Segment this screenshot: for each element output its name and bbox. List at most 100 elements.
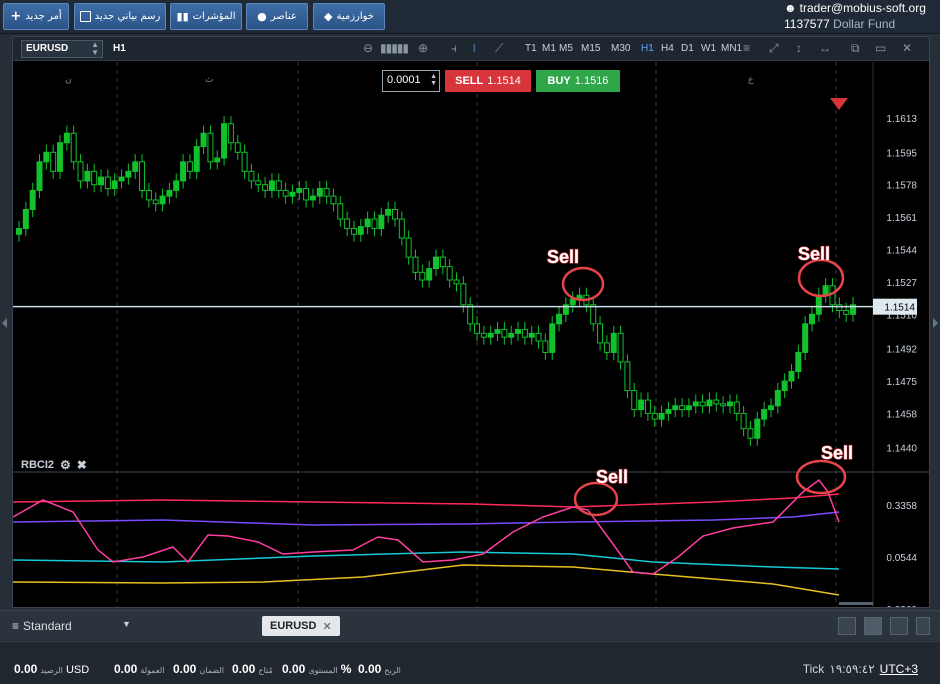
layout-columns-icon[interactable] [890,617,908,635]
layout-grid-icon[interactable] [864,617,882,635]
symbol-select[interactable]: EURUSD ▲ ▼ [21,40,103,58]
level-label: المستوى [308,666,338,675]
level-unit: % [340,662,352,676]
candle-body [726,401,733,407]
account-user: trader@mobius-soft.org [799,1,926,15]
indicator-lower-band [13,564,840,596]
algorithms-button[interactable]: خوارزمية ◆ [313,3,385,30]
candle-type-icon[interactable]: ⧘ [473,41,476,56]
gear-icon[interactable]: ⚙ [60,458,71,472]
candle-body [665,409,672,414]
timeframe-mn1[interactable]: MN1 [721,43,742,54]
indicator-mid-band [13,511,840,526]
candle-body [303,188,310,201]
candle-body [597,323,604,344]
profile-name: Standard [23,619,72,633]
symbol-tab[interactable]: EURUSD ✕ [262,616,340,636]
candle-body [364,218,371,228]
indicator-upper-band [13,493,840,508]
right-panel-arrow-icon[interactable] [933,318,938,328]
horizontal-scrollbar[interactable] [839,602,873,605]
candle-body [412,256,419,273]
line-type-icon[interactable]: ⟋ [495,41,503,56]
candle-body [754,418,761,439]
indicators-button[interactable]: المؤشرات ▮▮ [170,3,242,30]
level-value: 0.00 [282,662,306,676]
lot-spinner-icon[interactable]: ▲ ▼ [430,73,437,87]
candle-body [132,161,139,172]
top-toolbar: أمر جديد + رسم بياني جديد المؤشرات ▮▮ عن… [0,0,940,34]
candle-body [685,405,692,411]
timeframe-t1[interactable]: T1 [525,43,537,54]
candle-body [644,399,651,414]
lot-size-input[interactable]: 0.0001 ▲ ▼ [382,70,440,92]
menu-icon: ≡ [12,619,20,633]
sell-signal-marker [830,98,848,110]
indicator-tick-label: -0.2269 [883,605,917,607]
candle-body [173,180,180,191]
layout-tile-icon[interactable] [916,617,930,635]
candle-body [590,304,597,325]
candle-body [453,279,460,285]
candle-body [487,332,494,338]
candle-body [603,342,610,353]
utc-offset[interactable]: UTC+3 [880,662,918,676]
candle-body [467,304,474,325]
candle-body [344,218,351,230]
timeframe-w1[interactable]: W1 [701,43,716,54]
commission-label: العمولة [140,666,165,675]
profile-select[interactable]: ≡ Standard ▼ [0,611,250,641]
free-value: 0.00 [232,662,256,676]
timeframe-m5[interactable]: M5 [559,43,573,54]
left-panel-arrow-icon[interactable] [2,318,7,328]
candle-body [460,283,467,306]
close-indicator-icon[interactable]: ✖ [77,458,87,472]
close-tab-icon[interactable]: ✕ [322,620,331,633]
candle-body [419,271,426,281]
autoscroll-icon[interactable]: ⤢ [769,41,779,56]
timeframe-h1[interactable]: H1 [641,43,654,54]
new-order-button[interactable]: أمر جديد + [3,3,69,30]
zoom-slider[interactable]: ▮▮▮▮▮ [380,41,409,55]
timeframe-m1[interactable]: M1 [542,43,556,54]
timeframe-h4[interactable]: H4 [661,43,674,54]
candle-body [104,176,111,190]
sell-button[interactable]: SELL 1.1514 [445,70,531,92]
candle-body [296,188,303,193]
candle-body [494,329,501,334]
candle-body [193,146,200,172]
account-number: 1137577 [784,17,830,31]
elements-button[interactable]: عناصر ● [246,3,308,30]
balance-label: الرصيد [40,666,63,675]
candle-body [808,313,815,325]
timeframe-d1[interactable]: D1 [681,43,694,54]
day-marker-label: ع [748,75,754,85]
sell-price: 1.1514 [487,75,521,87]
chart-plot[interactable]: 1.1613 1.1595 1.1578 1.1561 1.1544 1.1527 1.15… [13,62,929,607]
candle-body [795,351,802,372]
new-chart-button[interactable]: رسم بياني جديد [74,3,166,30]
account-info[interactable]: ☻ trader@mobius-soft.org 1137577 Dollar F… [784,1,934,31]
horizontal-scale-icon[interactable]: ↔ [819,41,831,55]
timeframe-m30[interactable]: M30 [611,43,630,54]
candle-body [515,329,522,334]
save-icon[interactable]: ▭ [875,41,886,55]
candle-body [740,412,747,430]
zoom-out-icon[interactable]: ⊖ [363,41,373,55]
timeframe-m15[interactable]: M15 [581,43,600,54]
plus-icon: + [10,9,22,24]
candle-body [385,208,392,216]
layout-single-icon[interactable] [838,617,856,635]
zoom-in-icon[interactable]: ⊕ [418,41,428,55]
bar-type-icon[interactable]: ⫞ [451,41,457,56]
candle-body [624,361,631,392]
price-tick-label: 1.1527 [886,278,917,289]
bar-chart-icon: ▮▮ [176,10,189,23]
candle-body [57,142,64,172]
vertical-scale-icon[interactable]: ↕ [796,41,802,55]
buy-button[interactable]: BUY 1.1516 [536,70,620,92]
close-icon[interactable]: ✕ [902,41,912,55]
new-order-label: أمر جديد [25,11,62,22]
settings-list-icon[interactable]: ≡ [743,41,750,55]
detach-icon[interactable]: ⧉ [851,41,860,56]
